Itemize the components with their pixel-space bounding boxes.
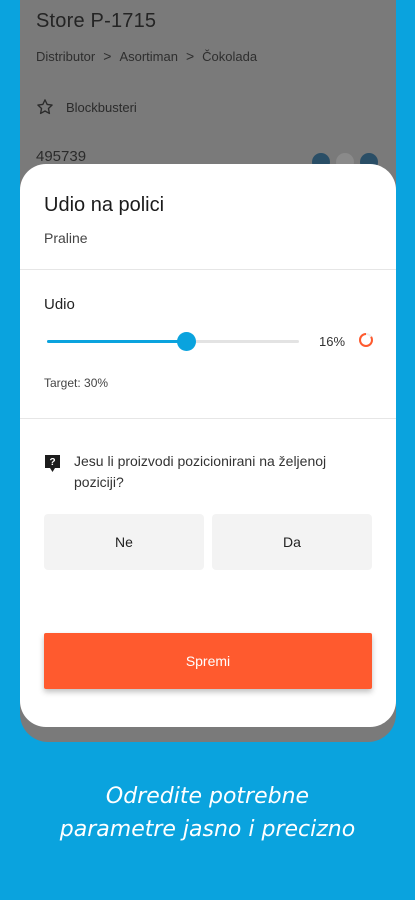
section-label: Blockbusteri bbox=[66, 99, 137, 115]
breadcrumb-distributor[interactable]: Distributor bbox=[36, 49, 95, 64]
question-text: Jesu li proizvodi pozicionirani na želje… bbox=[74, 453, 327, 490]
dialog-title: Udio na polici bbox=[44, 194, 165, 216]
chevron-right-icon: > bbox=[185, 48, 195, 64]
item-number: 495739 bbox=[36, 148, 87, 165]
star-outline-icon bbox=[37, 99, 53, 115]
share-percent-value: 16% bbox=[319, 334, 346, 349]
breadcrumb: Distributor > Asortiman > Čokolada bbox=[36, 48, 257, 64]
store-title: Store P-1715 bbox=[36, 10, 157, 32]
target-text: Target: 30% bbox=[44, 376, 109, 390]
share-slider[interactable] bbox=[47, 330, 299, 354]
answer-no-button[interactable]: Ne bbox=[44, 514, 204, 570]
divider bbox=[20, 418, 396, 419]
share-label: Udio bbox=[44, 296, 75, 313]
svg-text:?: ? bbox=[49, 457, 55, 468]
slider-fill bbox=[47, 340, 187, 343]
breadcrumb-category: Čokolada bbox=[202, 48, 258, 64]
divider bbox=[20, 269, 396, 270]
progress-ring-icon bbox=[359, 333, 373, 347]
breadcrumb-assortment[interactable]: Asortiman bbox=[119, 49, 178, 64]
save-button[interactable]: Spremi bbox=[44, 633, 372, 689]
dialog-subtitle: Praline bbox=[44, 230, 88, 246]
shelf-share-dialog: Udio na polici Praline Udio 16% Target: … bbox=[20, 164, 396, 727]
slider-thumb[interactable] bbox=[177, 332, 197, 351]
answer-yes-button[interactable]: Da bbox=[212, 514, 372, 570]
question-bubble-icon: ? bbox=[45, 455, 60, 472]
caption-line-2: parametre jasno i precizno bbox=[59, 817, 356, 842]
section-header: Blockbusteri bbox=[36, 98, 137, 116]
chevron-right-icon: > bbox=[103, 48, 112, 64]
caption-line-1: Odredite potrebne bbox=[105, 784, 310, 809]
promo-caption: Odredite potrebne parametre jasno i prec… bbox=[0, 780, 415, 846]
